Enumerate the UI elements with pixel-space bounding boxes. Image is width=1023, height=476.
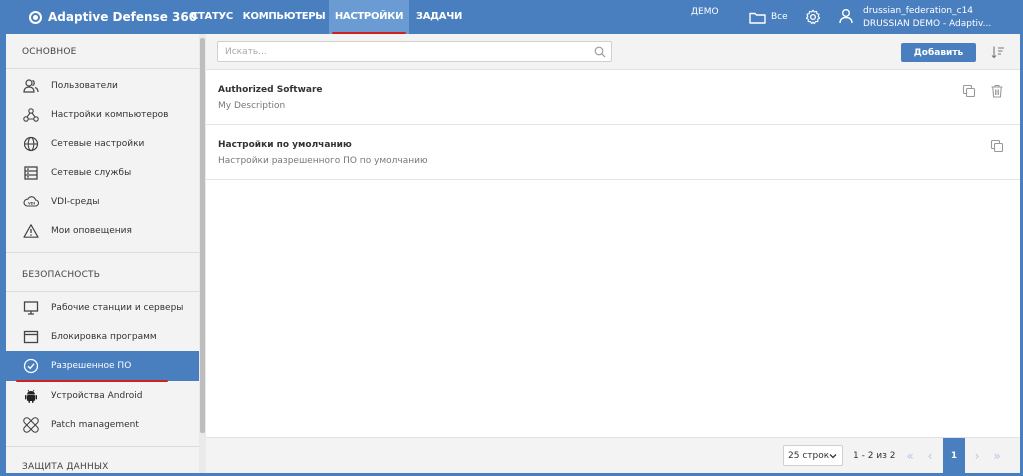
nav-tab-status[interactable]: СТАТУС (186, 0, 238, 34)
sidebar-item-label: Настройки компьютеров (51, 110, 169, 120)
vdi-cloud-icon: VDI (23, 196, 39, 207)
list-item[interactable]: Authorized Software My Description (206, 70, 1020, 125)
sidebar-item-users[interactable]: Пользователи (6, 71, 199, 101)
sidebar-scrollbar-thumb[interactable] (200, 38, 205, 433)
rows-per-page-select[interactable]: 25 строк (783, 445, 843, 466)
brand-name: Adaptive Defense 360 (48, 10, 198, 24)
sidebar-item-label: Patch management (51, 420, 139, 430)
user-account-name: DRUSSIAN DEMO - Adaptiv... (863, 19, 992, 29)
sidebar-divider (6, 252, 199, 253)
sidebar-item-my-alerts[interactable]: Мои оповещения (6, 216, 199, 246)
list-item[interactable]: Настройки по умолчанию Настройки разреше… (206, 125, 1020, 180)
sidebar-item-label: Мои оповещения (51, 226, 132, 236)
patch-icon (23, 417, 39, 433)
svg-text:VDI: VDI (28, 202, 35, 206)
folder-filter-label: Все (771, 12, 788, 22)
sidebar-section-title-main: ОСНОВНОЕ (22, 47, 77, 57)
prev-page-icon[interactable]: ‹ (921, 441, 939, 471)
toolbar: Добавить (206, 34, 1020, 70)
window-icon (23, 330, 39, 344)
sidebar-divider (6, 291, 199, 292)
sidebar-divider (6, 446, 199, 447)
copy-icon[interactable] (962, 84, 976, 98)
sidebar-scrollbar[interactable] (199, 34, 206, 473)
sidebar-item-label: Блокировка программ (51, 332, 157, 342)
page-range-info: 1 - 2 из 2 (853, 451, 896, 461)
sidebar-item-label: Сетевые службы (51, 168, 132, 178)
main-panel: Добавить Authorized Software My Descript… (206, 34, 1020, 473)
sidebar-item-label: Сетевые настройки (51, 139, 145, 149)
sidebar-item-android-devices[interactable]: Устройства Android (6, 381, 199, 411)
sidebar-item-label: VDI-среды (51, 197, 100, 207)
server-icon (24, 166, 38, 180)
brand[interactable]: Adaptive Defense 360 (29, 0, 197, 34)
add-button[interactable]: Добавить (901, 43, 976, 62)
sidebar-item-program-blocking[interactable]: Блокировка программ (6, 322, 199, 352)
user-account-info[interactable]: drussian_federation_c14 DRUSSIAN DEMO - … (863, 5, 991, 31)
sidebar-item-network-services[interactable]: Сетевые службы (6, 158, 199, 188)
list-item-title[interactable]: Authorized Software (218, 85, 323, 95)
sidebar-section-title-security: БЕЗОПАСНОСТЬ (22, 270, 101, 280)
sidebar-item-label: Устройства Android (51, 391, 143, 401)
next-page-icon[interactable]: › (968, 441, 986, 471)
sidebar-item-computer-settings[interactable]: Настройки компьютеров (6, 100, 199, 130)
first-page-icon[interactable]: « (901, 441, 919, 471)
search-icon[interactable] (594, 46, 606, 58)
check-circle-icon (23, 358, 39, 374)
computer-settings-icon (23, 108, 39, 122)
sidebar-section-title-data-protection: ЗАЩИТА ДАННЫХ (22, 462, 109, 472)
list-item-description: Настройки разрешенного ПО по умолчанию (218, 156, 428, 166)
nav-tab-settings[interactable]: НАСТРОЙКИ (329, 0, 409, 34)
globe-icon (23, 136, 39, 152)
sidebar-divider (6, 68, 199, 69)
pagination-bar: 25 строк 1 - 2 из 2 « ‹ 1 › » (206, 437, 1020, 473)
current-page-button[interactable]: 1 (943, 438, 965, 473)
top-navigation-bar: Adaptive Defense 360 СТАТУС КОМПЬЮТЕРЫ Н… (3, 0, 1020, 34)
sidebar: ОСНОВНОЕ Пользователи Настройки компьюте… (6, 34, 199, 473)
sidebar-item-label: Рабочие станции и серверы (51, 303, 184, 313)
sidebar-item-label: Разрешенное ПО (51, 361, 132, 371)
nav-tab-tasks[interactable]: ЗАДАЧИ (413, 0, 465, 34)
warning-icon (23, 224, 39, 238)
folder-filter-button[interactable]: Все (749, 9, 788, 25)
list-item-description: My Description (218, 101, 286, 111)
sidebar-item-vdi[interactable]: VDI VDI-среды (6, 187, 199, 217)
list-item-title[interactable]: Настройки по умолчанию (218, 140, 352, 150)
search-input[interactable] (217, 41, 612, 62)
chevron-down-icon (829, 454, 837, 459)
demo-label: ДЕМО (691, 7, 719, 17)
app-window: Adaptive Defense 360 СТАТУС КОМПЬЮТЕРЫ Н… (0, 0, 1023, 476)
sort-icon[interactable] (991, 45, 1005, 59)
sidebar-item-network-settings[interactable]: Сетевые настройки (6, 129, 199, 159)
trash-icon[interactable] (990, 84, 1004, 98)
sidebar-item-label: Пользователи (51, 81, 118, 91)
user-login: drussian_federation_c14 (863, 6, 974, 16)
monitor-icon (23, 301, 39, 315)
copy-icon[interactable] (990, 139, 1004, 153)
sidebar-item-patch-management[interactable]: Patch management (6, 410, 199, 440)
user-icon[interactable] (838, 8, 854, 24)
rows-per-page-value: 25 строк (788, 450, 830, 461)
gear-icon[interactable] (805, 9, 821, 25)
folder-icon (749, 12, 766, 24)
last-page-icon[interactable]: » (988, 441, 1006, 471)
sidebar-item-allowed-software[interactable]: Разрешенное ПО (6, 351, 199, 382)
users-icon (23, 79, 39, 93)
nav-tab-computers[interactable]: КОМПЬЮТЕРЫ (240, 0, 328, 34)
android-icon (25, 389, 37, 403)
brand-logo-icon (29, 10, 42, 24)
sidebar-item-workstations-servers[interactable]: Рабочие станции и серверы (6, 293, 199, 323)
